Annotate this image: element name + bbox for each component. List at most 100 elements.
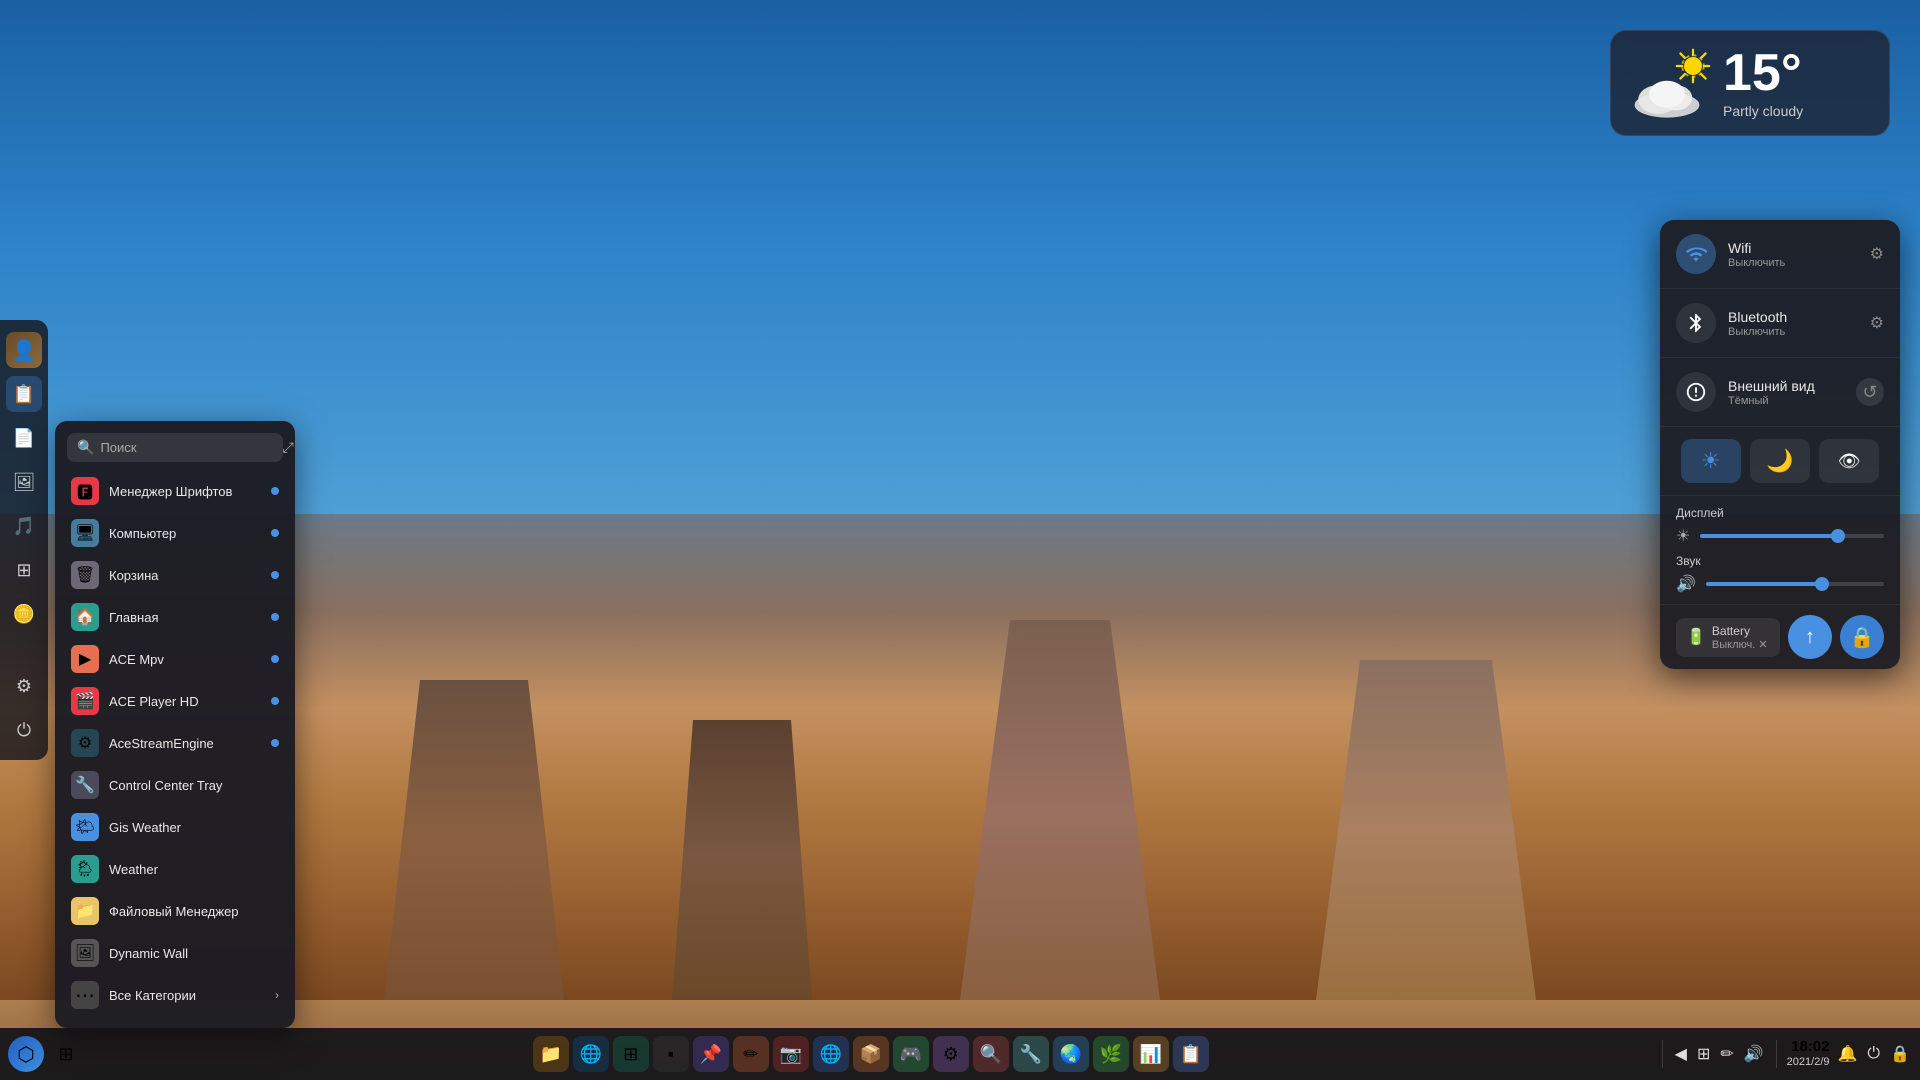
wifi-label: Wifi <box>1728 240 1858 256</box>
menu-item-ace-player[interactable]: 🎬 ACE Player HD <box>55 680 295 722</box>
taskbar-app5[interactable]: 📌 <box>693 1036 729 1072</box>
lock-icon[interactable]: 🔒 <box>1888 1042 1912 1066</box>
theme-light-button[interactable]: ☀ <box>1681 439 1741 483</box>
sidebar-icon-power[interactable]: ⏻ <box>6 712 42 748</box>
wifi-icon[interactable] <box>1676 234 1716 274</box>
battery-icon: 🔋 <box>1686 627 1706 647</box>
taskbar-camera[interactable]: 📷 <box>773 1036 809 1072</box>
theme-dark-button[interactable]: 🌙 <box>1750 439 1810 483</box>
ace-mpv-label: ACE Mpv <box>109 652 261 667</box>
search-icon: 🔍 <box>77 439 94 456</box>
control-center-icon: 🔧 <box>71 771 99 799</box>
menu-search-bar[interactable]: 🔍 ⤢ <box>67 433 283 462</box>
tray-pen-icon[interactable]: ✏ <box>1718 1042 1735 1066</box>
sidebar-icon-files[interactable]: 📋 <box>6 376 42 412</box>
appearance-settings-icon[interactable]: ↺ <box>1856 378 1884 406</box>
cp-theme-row: ☀ 🌙 👁 <box>1660 427 1900 496</box>
display-slider-thumb[interactable] <box>1831 529 1845 543</box>
menu-item-weather[interactable]: 🌦 Weather <box>55 848 295 890</box>
sound-slider-track[interactable] <box>1706 582 1884 586</box>
app-menu: 🔍 ⤢ 🅵 Менеджер Шрифтов 🖥 Компьютер 🗑 Кор… <box>55 421 295 1028</box>
cp-display-section: Дисплей ☀ Звук 🔊 <box>1660 496 1900 605</box>
taskbar-game[interactable]: 🎮 <box>893 1036 929 1072</box>
appearance-label: Внешний вид <box>1728 378 1844 394</box>
home-dot <box>271 613 279 621</box>
weather-info: 15° Partly cloudy <box>1723 47 1803 119</box>
font-manager-label: Менеджер Шрифтов <box>109 484 261 499</box>
menu-item-font-manager[interactable]: 🅵 Менеджер Шрифтов <box>55 470 295 512</box>
ace-stream-label: AceStreamEngine <box>109 736 261 751</box>
all-categories-icon: ⋯ <box>71 981 99 1009</box>
bluetooth-sublabel: Выключить <box>1728 326 1858 338</box>
expand-icon[interactable]: ⤢ <box>282 439 293 456</box>
menu-item-control-center[interactable]: 🔧 Control Center Tray <box>55 764 295 806</box>
taskbar-settings[interactable]: ⚙ <box>933 1036 969 1072</box>
menu-item-ace-mpv[interactable]: ▶ ACE Mpv <box>55 638 295 680</box>
taskbar-terminal[interactable]: ▪ <box>653 1036 689 1072</box>
taskbar-tool[interactable]: 🔧 <box>1013 1036 1049 1072</box>
sound-slider-thumb[interactable] <box>1815 577 1829 591</box>
taskbar-clipboard[interactable]: 📋 <box>1173 1036 1209 1072</box>
sidebar-icon-settings[interactable]: ⚙ <box>6 668 42 704</box>
notification-icon[interactable]: 🔔 <box>1836 1042 1860 1066</box>
weather-label: Weather <box>109 862 279 877</box>
sidebar-icon-music[interactable]: 🎵 <box>6 508 42 544</box>
menu-item-home[interactable]: 🏠 Главная <box>55 596 295 638</box>
sidebar-icon-notes[interactable]: 📄 <box>6 420 42 456</box>
tray-separator <box>1662 1040 1663 1068</box>
user-avatar[interactable]: 👤 <box>6 332 42 368</box>
file-manager-label: Файловый Менеджер <box>109 904 279 919</box>
wifi-settings-icon[interactable]: ⚙ <box>1870 244 1884 264</box>
menu-item-trash[interactable]: 🗑 Корзина <box>55 554 295 596</box>
tray-back-icon[interactable]: ◀ <box>1673 1042 1689 1066</box>
ace-player-label: ACE Player HD <box>109 694 261 709</box>
taskbar-store[interactable]: ⊞ <box>613 1036 649 1072</box>
menu-item-all-categories[interactable]: ⋯ Все Категории › <box>55 974 295 1016</box>
home-label: Главная <box>109 610 261 625</box>
tray-windows-icon[interactable]: ⊞ <box>1695 1042 1712 1066</box>
bluetooth-settings-icon[interactable]: ⚙ <box>1870 313 1884 333</box>
tray-time-display[interactable]: 18:02 2021/2/9 <box>1787 1038 1830 1069</box>
menu-item-file-manager[interactable]: 📁 Файловый Менеджер <box>55 890 295 932</box>
weather-widget: 15° Partly cloudy <box>1610 30 1890 136</box>
display-slider-fill <box>1700 534 1838 538</box>
lock-screen-button[interactable]: 🔒 <box>1840 615 1884 659</box>
taskbar-orange-app[interactable]: 📦 <box>853 1036 889 1072</box>
appearance-text: Внешний вид Тёмный <box>1728 378 1844 407</box>
menu-item-gis-weather[interactable]: 🌤 Gis Weather <box>55 806 295 848</box>
taskbar-leaf[interactable]: 🌿 <box>1093 1036 1129 1072</box>
sidebar-icon-coins[interactable]: 🪙 <box>6 596 42 632</box>
taskbar-editor[interactable]: ✏ <box>733 1036 769 1072</box>
taskbar: ⬡ ⊞ 📁 🌐 ⊞ ▪ 📌 ✏ 📷 🌐 📦 🎮 ⚙ 🔍 🔧 🌏 🌿 📊 📋 ◀ <box>0 1028 1920 1080</box>
ace-mpv-icon: ▶ <box>71 645 99 673</box>
left-sidebar: 👤 📋 📄 🖼 🎵 ⊞ 🪙 ⚙ ⏻ <box>0 320 48 760</box>
tray-volume-icon[interactable]: 🔊 <box>1742 1042 1766 1066</box>
sidebar-icon-grid[interactable]: ⊞ <box>6 552 42 588</box>
weather-icon-area <box>1631 48 1711 118</box>
all-categories-arrow: › <box>275 988 279 1002</box>
taskbar-browser[interactable]: 🌐 <box>813 1036 849 1072</box>
scroll-up-button[interactable]: ↑ <box>1788 615 1832 659</box>
battery-button[interactable]: 🔋 Battery Выключ. ✕ <box>1676 618 1780 657</box>
battery-status: Выключ. ✕ <box>1712 638 1768 651</box>
font-manager-dot <box>271 487 279 495</box>
menu-item-dynamic-wall[interactable]: 🖼 Dynamic Wall <box>55 932 295 974</box>
sidebar-icon-photos[interactable]: 🖼 <box>6 464 42 500</box>
menu-item-computer[interactable]: 🖥 Компьютер <box>55 512 295 554</box>
taskbar-search[interactable]: 🔍 <box>973 1036 1009 1072</box>
display-slider-track[interactable] <box>1700 534 1884 538</box>
taskbar-files[interactable]: 📁 <box>533 1036 569 1072</box>
bluetooth-icon[interactable] <box>1676 303 1716 343</box>
theme-eye-button[interactable]: 👁 <box>1819 439 1879 483</box>
taskbar-globe[interactable]: 🌏 <box>1053 1036 1089 1072</box>
apps-button[interactable]: ⊞ <box>48 1036 84 1072</box>
start-button[interactable]: ⬡ <box>8 1036 44 1072</box>
menu-item-ace-stream[interactable]: ⚙ AceStreamEngine <box>55 722 295 764</box>
appearance-icon[interactable] <box>1676 372 1716 412</box>
taskbar-chart[interactable]: 📊 <box>1133 1036 1169 1072</box>
tray-separator2 <box>1776 1040 1777 1068</box>
taskbar-edge[interactable]: 🌐 <box>573 1036 609 1072</box>
search-input[interactable] <box>100 440 276 455</box>
trash-icon: 🗑 <box>71 561 99 589</box>
power-icon[interactable]: ⏻ <box>1865 1043 1882 1065</box>
